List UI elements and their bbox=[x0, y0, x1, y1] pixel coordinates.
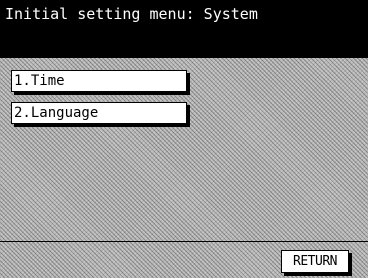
footer-divider bbox=[0, 241, 368, 242]
title-bar: Initial setting menu: System bbox=[0, 0, 368, 58]
menu-item-label: 2.Language bbox=[14, 105, 99, 121]
settings-screen: Initial setting menu: System 1.Time 2.La… bbox=[0, 0, 368, 278]
menu-item-label: 1.Time bbox=[14, 73, 65, 89]
page-title: Initial setting menu: System bbox=[5, 5, 258, 23]
menu-item-language-button[interactable]: 2.Language bbox=[11, 102, 187, 124]
return-label: RETURN bbox=[293, 254, 337, 269]
return-button[interactable]: RETURN bbox=[281, 250, 349, 273]
menu-item-time-button[interactable]: 1.Time bbox=[11, 70, 187, 92]
